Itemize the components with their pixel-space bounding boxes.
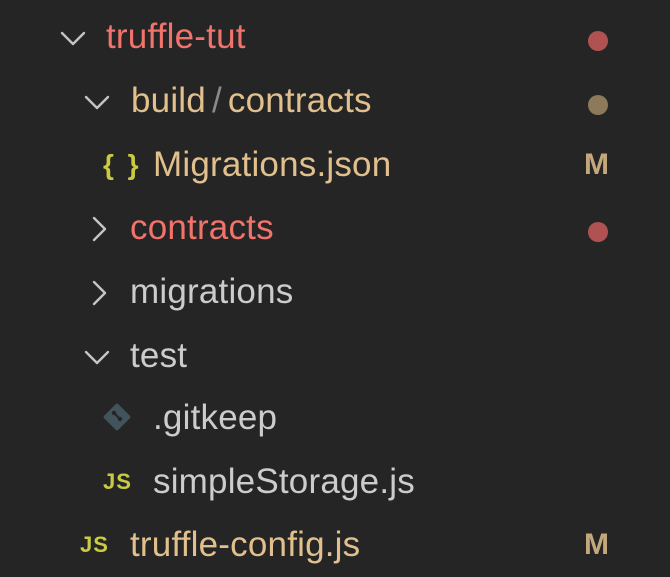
chevron-right-icon[interactable] bbox=[84, 278, 114, 308]
file-label: truffle-config.js bbox=[130, 525, 361, 564]
tree-row-truffle-config-js[interactable]: JS truffle-config.js M bbox=[0, 513, 670, 577]
file-label: Migrations.json bbox=[153, 145, 392, 184]
modified-dot-icon bbox=[588, 31, 608, 51]
tree-row-gitkeep[interactable]: .gitkeep bbox=[0, 386, 670, 450]
folder-label: truffle-tut bbox=[106, 17, 246, 56]
folder-label: test bbox=[130, 336, 188, 375]
tree-row-migrations-json[interactable]: { } Migrations.json M bbox=[0, 133, 670, 197]
tree-row-migrations[interactable]: migrations bbox=[0, 260, 670, 324]
chevron-right-icon[interactable] bbox=[84, 214, 114, 244]
compact-folder-label: build / contracts bbox=[131, 69, 372, 133]
untracked-dot-icon bbox=[588, 95, 608, 115]
tree-row-contracts[interactable]: contracts bbox=[0, 196, 670, 260]
file-label: .gitkeep bbox=[153, 398, 278, 437]
chevron-down-icon[interactable] bbox=[58, 23, 88, 53]
json-file-icon: { } bbox=[103, 149, 142, 180]
chevron-down-icon[interactable] bbox=[82, 87, 112, 117]
git-status-modified-badge: M bbox=[584, 528, 609, 561]
git-status-modified-badge: M bbox=[584, 148, 609, 181]
js-file-icon: JS bbox=[103, 469, 132, 494]
folder-label: contracts bbox=[130, 208, 274, 247]
tree-row-test[interactable]: test bbox=[0, 324, 670, 388]
file-explorer-tree: truffle-tut build / contracts { } Migratio… bbox=[0, 0, 670, 574]
chevron-down-icon[interactable] bbox=[82, 342, 112, 372]
folder-label: migrations bbox=[130, 272, 294, 311]
path-separator: / bbox=[211, 81, 222, 120]
git-diamond-icon bbox=[100, 400, 134, 434]
tree-row-truffle-tut[interactable]: truffle-tut bbox=[0, 5, 670, 69]
compact-folder-segment-build[interactable]: build bbox=[131, 81, 206, 120]
file-label: simpleStorage.js bbox=[153, 462, 415, 501]
modified-dot-icon bbox=[588, 222, 608, 242]
compact-folder-segment-contracts[interactable]: contracts bbox=[228, 81, 372, 120]
tree-row-build-contracts[interactable]: build / contracts bbox=[0, 69, 670, 133]
js-file-icon: JS bbox=[80, 532, 109, 557]
tree-row-simplestorage-js[interactable]: JS simpleStorage.js bbox=[0, 450, 670, 514]
